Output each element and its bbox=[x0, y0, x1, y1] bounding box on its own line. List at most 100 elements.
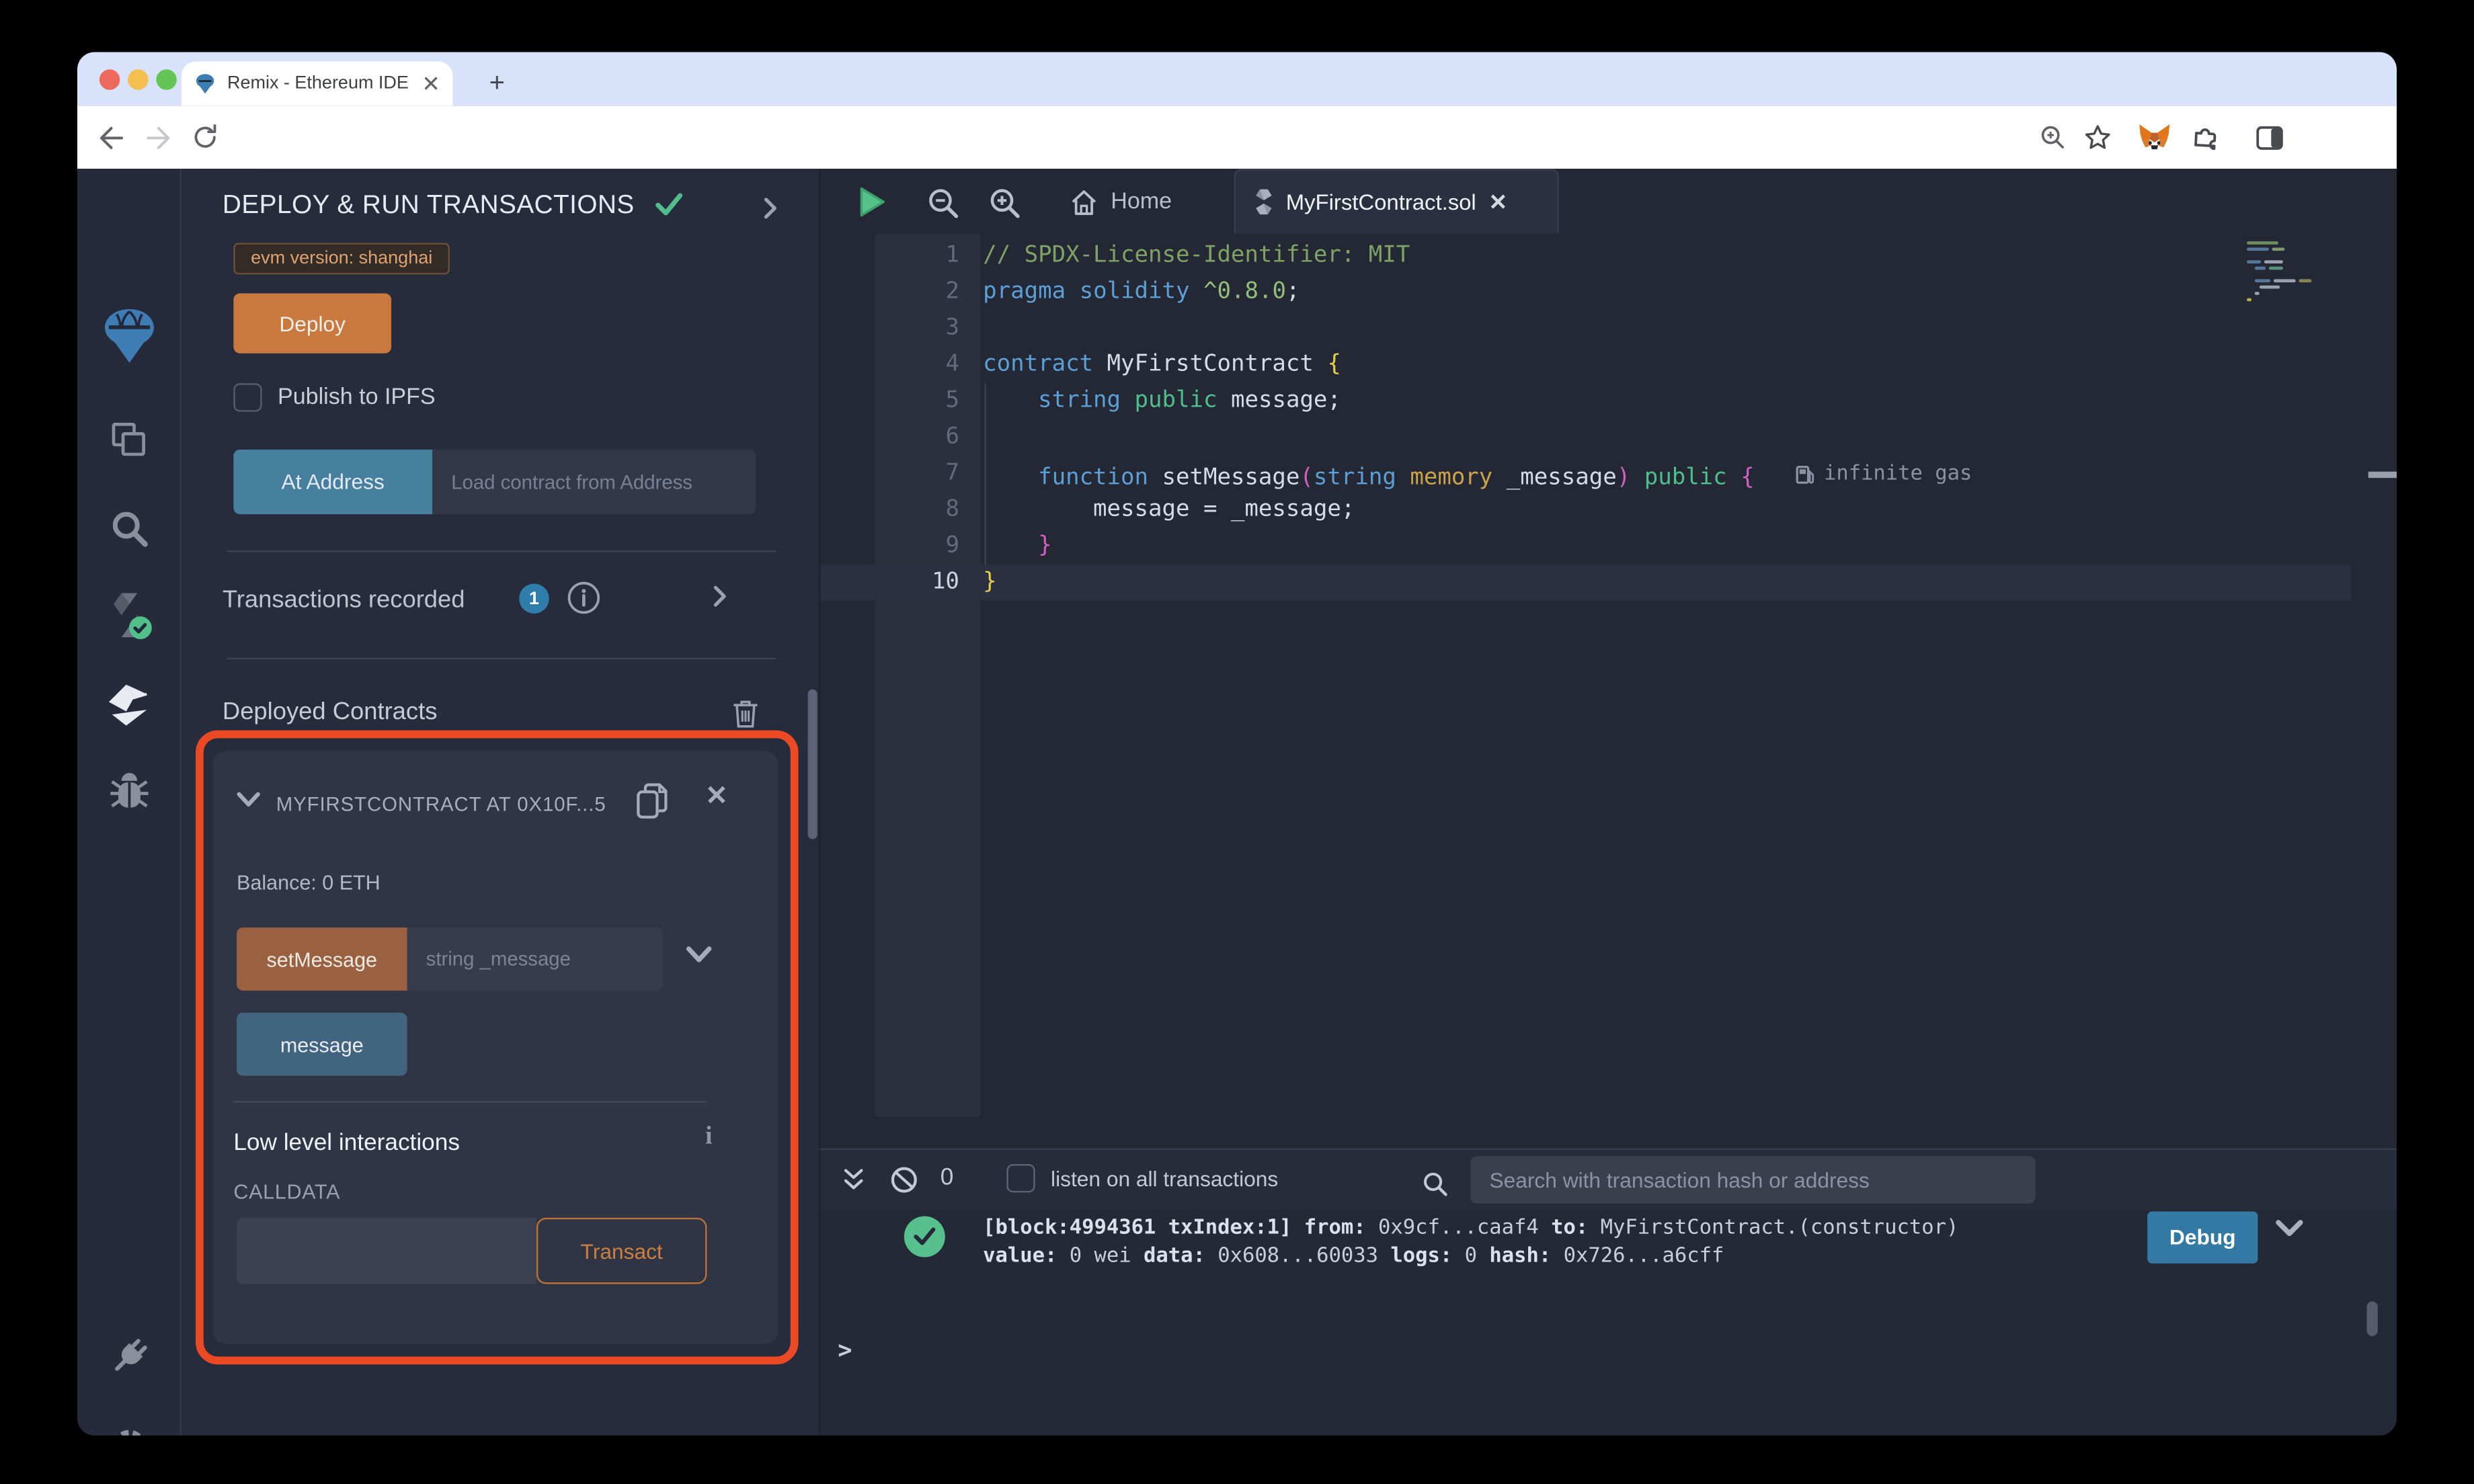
publish-ipfs-label: Publish to IPFS bbox=[278, 384, 436, 411]
browser-tab[interactable]: Remix - Ethereum IDE ✕ bbox=[181, 61, 453, 106]
clear-contracts-trash-icon[interactable] bbox=[732, 699, 759, 729]
contract-collapse-chevron-icon[interactable] bbox=[237, 792, 260, 807]
code-area[interactable]: 1// SPDX-License-Identifier: MIT 2 pragma … bbox=[820, 238, 2397, 602]
editor-minimap[interactable] bbox=[2247, 241, 2348, 304]
code-line-4[interactable]: 4 contract MyFirstContract { bbox=[820, 347, 2397, 383]
debugger-icon[interactable] bbox=[77, 759, 182, 828]
tab-home-label: Home bbox=[1111, 189, 1172, 215]
transactions-expand-chevron-icon[interactable] bbox=[713, 585, 727, 608]
copy-address-icon[interactable] bbox=[636, 782, 669, 820]
code-line-1[interactable]: 1// SPDX-License-Identifier: MIT bbox=[820, 238, 2397, 274]
code-line-7[interactable]: 7 function setMessage(string memory _mes… bbox=[820, 456, 2397, 492]
code-line-2[interactable]: 2 pragma solidity ^0.8.0; bbox=[820, 274, 2397, 311]
traffic-light-close[interactable] bbox=[99, 69, 120, 90]
remove-contract-icon[interactable]: ✕ bbox=[705, 781, 727, 813]
code-line-3[interactable]: 3 bbox=[820, 311, 2397, 347]
terminal-prompt[interactable]: > bbox=[838, 1336, 852, 1364]
side-panel-icon[interactable] bbox=[2251, 120, 2286, 155]
calldata-input[interactable] bbox=[237, 1217, 536, 1284]
publish-ipfs-row: Publish to IPFS bbox=[233, 383, 436, 412]
remix-logo[interactable] bbox=[77, 301, 182, 370]
tab-close-icon[interactable]: ✕ bbox=[422, 70, 440, 97]
contract-balance: Balance: 0 ETH bbox=[237, 870, 381, 895]
terminal-scrollbar-thumb[interactable] bbox=[2366, 1301, 2378, 1336]
forward-arrow-icon[interactable] bbox=[141, 120, 175, 155]
search-icon[interactable] bbox=[77, 494, 182, 563]
listen-checkbox[interactable] bbox=[1006, 1164, 1035, 1193]
calldata-label: CALLDATA bbox=[233, 1180, 341, 1204]
divider bbox=[227, 550, 776, 552]
setmessage-expand-chevron-icon[interactable] bbox=[686, 946, 712, 964]
tab-home[interactable]: Home bbox=[1054, 178, 1188, 225]
pending-tx-count: 0 bbox=[940, 1164, 954, 1191]
panel-scrollbar-thumb[interactable] bbox=[807, 689, 817, 839]
back-arrow-icon[interactable] bbox=[93, 120, 128, 155]
at-address-button[interactable]: At Address bbox=[233, 449, 433, 515]
evm-version-badge: evm version: shanghai bbox=[233, 243, 450, 275]
zoom-out-icon[interactable] bbox=[922, 181, 963, 222]
transactions-recorded-label: Transactions recorded bbox=[222, 587, 465, 614]
tab-myfirstcontract[interactable]: MyFirstContract.sol ✕ bbox=[1234, 169, 1559, 234]
zoom-in-icon[interactable] bbox=[983, 181, 1024, 222]
metamask-icon[interactable] bbox=[2137, 120, 2171, 155]
code-line-5[interactable]: 5 string public message; bbox=[820, 383, 2397, 419]
low-level-info-icon[interactable]: i bbox=[705, 1123, 712, 1151]
transact-button[interactable]: Transact bbox=[536, 1217, 707, 1284]
reload-icon[interactable] bbox=[188, 120, 223, 155]
publish-ipfs-checkbox[interactable] bbox=[233, 383, 262, 412]
debug-button[interactable]: Debug bbox=[2147, 1211, 2258, 1264]
low-level-interactions-title: Low level interactions bbox=[233, 1129, 460, 1157]
bookmark-star-icon[interactable] bbox=[2079, 120, 2114, 155]
code-line-10[interactable]: 10} bbox=[820, 565, 2351, 602]
panel-collapse-chevron-icon[interactable] bbox=[764, 197, 778, 219]
traffic-light-minimize[interactable] bbox=[128, 69, 149, 90]
terminal-panel: 0 listen on all transactions [block:4994… bbox=[820, 1148, 2397, 1436]
run-script-play-icon[interactable] bbox=[852, 181, 893, 222]
zoom-lens-icon[interactable] bbox=[2036, 120, 2071, 155]
gas-annotation: infinite gas bbox=[1796, 456, 1972, 492]
deploy-button[interactable]: Deploy bbox=[233, 293, 392, 354]
listen-row: listen on all transactions bbox=[1006, 1164, 1278, 1193]
traffic-light-zoom[interactable] bbox=[156, 69, 177, 90]
at-address-input[interactable] bbox=[432, 449, 756, 515]
expand-log-chevron-icon[interactable] bbox=[2275, 1219, 2303, 1238]
code-line-9[interactable]: 9 } bbox=[820, 528, 2397, 565]
panel-check-icon bbox=[655, 193, 682, 216]
terminal-header: 0 listen on all transactions bbox=[820, 1149, 2397, 1210]
deploy-run-icon[interactable] bbox=[77, 670, 182, 739]
transactions-count-badge: 1 bbox=[519, 583, 549, 614]
tab-file-label: MyFirstContract.sol bbox=[1285, 189, 1476, 215]
contract-instance-title: MYFIRSTCONTRACT AT 0X10F...5 bbox=[276, 793, 606, 816]
transactions-info-icon[interactable] bbox=[567, 581, 602, 616]
setmessage-arg-input[interactable] bbox=[407, 928, 663, 991]
browser-toolbar: remix.ethereum.org/#lang=en&optimize=fal… bbox=[77, 106, 2397, 213]
remix-favicon-icon bbox=[196, 74, 214, 94]
setmessage-function-button[interactable]: setMessage bbox=[237, 928, 407, 991]
remix-app: DEPLOY & RUN TRANSACTIONS evm version: s… bbox=[77, 169, 2397, 1436]
file-explorer-icon[interactable] bbox=[77, 405, 182, 475]
home-icon bbox=[1072, 190, 1096, 214]
solidity-compiler-icon[interactable] bbox=[77, 581, 182, 650]
tab-close-icon[interactable]: ✕ bbox=[1489, 188, 1508, 215]
code-line-8[interactable]: 8 message = _message; bbox=[820, 492, 2397, 528]
code-editor: Home MyFirstContract.sol ✕ 1// SPDX-Lice… bbox=[820, 169, 2397, 1149]
collapse-terminal-icon[interactable] bbox=[836, 1163, 871, 1198]
tab-title: Remix - Ethereum IDE bbox=[227, 74, 409, 93]
plugin-manager-icon[interactable] bbox=[77, 1322, 182, 1391]
message-getter-button[interactable]: message bbox=[237, 1012, 407, 1076]
settings-gear-icon[interactable] bbox=[77, 1412, 182, 1436]
editor-scrollbar-thumb[interactable] bbox=[2368, 471, 2397, 479]
solidity-file-icon bbox=[1256, 189, 1272, 215]
divider bbox=[233, 1101, 707, 1103]
new-tab-button[interactable]: + bbox=[478, 65, 516, 102]
divider bbox=[227, 657, 776, 660]
deploy-run-panel: DEPLOY & RUN TRANSACTIONS evm version: s… bbox=[183, 169, 821, 1436]
deployed-contract-card: MYFIRSTCONTRACT AT 0X10F...5 ✕ Balance: … bbox=[212, 751, 779, 1344]
clear-console-icon[interactable] bbox=[887, 1163, 922, 1198]
tx-log-line-2: value: 0 wei data: 0x608...60033 logs: 0… bbox=[983, 1243, 1724, 1268]
activity-bar bbox=[77, 169, 182, 1436]
terminal-search-input[interactable] bbox=[1470, 1156, 2036, 1204]
extensions-icon[interactable] bbox=[2187, 120, 2222, 155]
tx-log-entry[interactable]: [block:4994361 txIndex:1] from: 0x9cf...… bbox=[983, 1214, 1958, 1270]
code-line-6[interactable]: 6 bbox=[820, 419, 2397, 456]
